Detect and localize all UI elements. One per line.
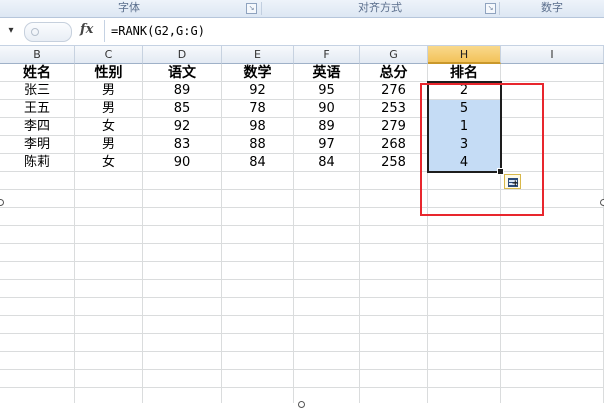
header-cell[interactable]: 性别 [75,64,142,82]
header-cell[interactable]: 语文 [143,64,221,82]
ribbon-group-number: 数字 [541,1,563,14]
column-header-g[interactable]: G [360,46,428,64]
table-cell[interactable]: 95 [294,82,359,100]
table-cell[interactable]: 85 [143,100,221,118]
table-cell[interactable]: 92 [222,82,293,100]
column-header-e[interactable]: E [222,46,294,64]
table-cell[interactable]: 李四 [0,118,74,136]
grid-line [0,261,604,262]
worksheet-grid[interactable]: 姓名 性别 语文 数学 英语 总分 排名 张三 男 89 92 95 276 2… [0,64,604,403]
autofill-plus-icon: + [511,179,519,189]
formula-input[interactable]: =RANK(G2,G:G) [104,20,604,42]
column-header-i[interactable]: I [501,46,604,64]
alignment-dialog-launcher-icon[interactable]: ↘ [485,3,496,14]
insert-function-fx-icon[interactable]: fx [80,22,93,37]
table-cell[interactable]: 王五 [0,100,74,118]
table-cell[interactable]: 李明 [0,136,74,154]
table-cell[interactable]: 90 [143,154,221,172]
name-box-dropdown-icon[interactable]: ▾ [1,21,21,41]
grid-line [0,297,604,298]
table-cell[interactable]: 276 [360,82,427,100]
cancel-enter-icon [31,28,39,36]
ribbon-group-bar: 字体 ↘ 对齐方式 ↘ 数字 [0,0,604,18]
grid-line [0,369,604,370]
grid-line [0,279,604,280]
table-cell[interactable]: 92 [143,118,221,136]
column-header-d[interactable]: D [143,46,222,64]
table-cell[interactable]: 78 [222,100,293,118]
ribbon-group-alignment: 对齐方式 [358,1,402,14]
resize-handle-right[interactable] [600,199,604,206]
formula-bar-controls[interactable] [24,22,72,42]
table-cell[interactable]: 253 [360,100,427,118]
header-cell[interactable]: 排名 [428,64,500,82]
column-header-h[interactable]: H [428,46,501,64]
table-cell[interactable]: 男 [75,82,142,100]
table-cell[interactable]: 268 [360,136,427,154]
grid-line [0,351,604,352]
highlight-annotation-box [420,83,544,216]
grid-line [0,333,604,334]
table-cell[interactable]: 97 [294,136,359,154]
table-cell[interactable]: 84 [222,154,293,172]
formula-bar: ▾ fx =RANK(G2,G:G) [0,18,604,46]
table-cell[interactable]: 89 [143,82,221,100]
grid-line [0,387,604,388]
autofill-options-icon[interactable]: + [504,174,521,189]
table-cell[interactable]: 279 [360,118,427,136]
grid-line [0,243,604,244]
table-cell[interactable]: 张三 [0,82,74,100]
column-header-f[interactable]: F [294,46,360,64]
table-cell[interactable]: 258 [360,154,427,172]
ribbon-group-font: 字体 [118,1,140,14]
table-cell[interactable]: 83 [143,136,221,154]
table-cell[interactable]: 女 [75,154,142,172]
grid-line [0,225,604,226]
table-cell[interactable]: 98 [222,118,293,136]
table-cell[interactable]: 90 [294,100,359,118]
table-cell[interactable]: 女 [75,118,142,136]
header-cell[interactable]: 数学 [222,64,293,82]
grid-line [0,315,604,316]
table-cell[interactable]: 男 [75,100,142,118]
header-cell[interactable]: 总分 [360,64,427,82]
table-cell[interactable]: 89 [294,118,359,136]
column-header-b[interactable]: B [0,46,75,64]
header-cell[interactable]: 姓名 [0,64,74,82]
table-cell[interactable]: 88 [222,136,293,154]
font-dialog-launcher-icon[interactable]: ↘ [246,3,257,14]
column-header-c[interactable]: C [75,46,143,64]
table-cell[interactable]: 84 [294,154,359,172]
table-cell[interactable]: 陈莉 [0,154,74,172]
table-cell[interactable]: 男 [75,136,142,154]
header-cell[interactable]: 英语 [294,64,359,82]
